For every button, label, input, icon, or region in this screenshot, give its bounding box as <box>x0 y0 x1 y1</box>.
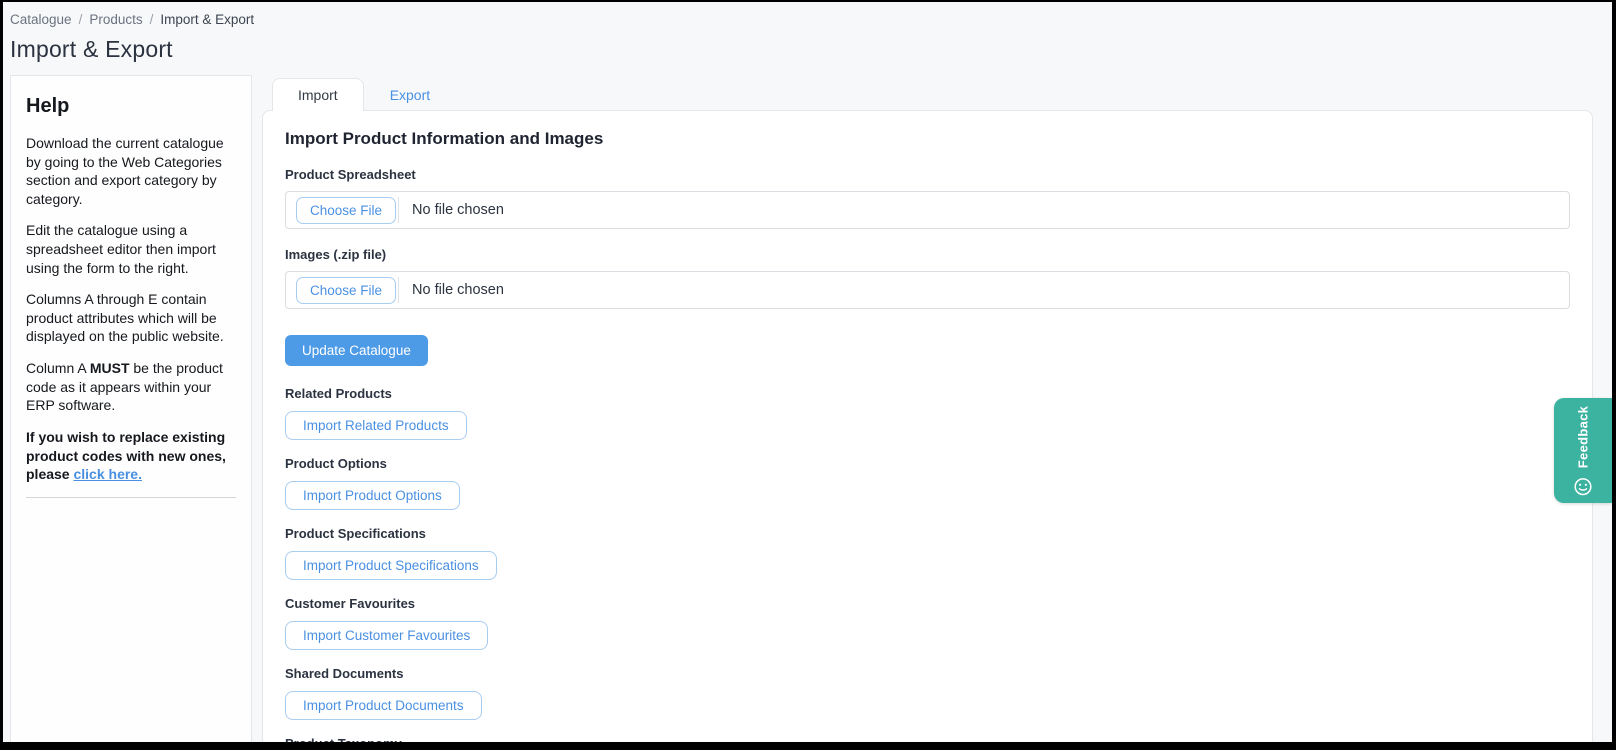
images-zip-file-input[interactable]: Choose File No file chosen <box>285 271 1570 309</box>
screenshot-frame: Catalogue / Products / Import & Export I… <box>0 0 1616 750</box>
panel-heading: Import Product Information and Images <box>285 129 1570 149</box>
feedback-tab[interactable]: Feedback <box>1554 398 1612 503</box>
images-zip-field: Images (.zip file) Choose File No file c… <box>285 247 1570 309</box>
tab-import[interactable]: Import <box>272 78 364 111</box>
choose-file-button[interactable]: Choose File <box>296 197 396 224</box>
breadcrumb-separator: / <box>150 12 154 27</box>
breadcrumb: Catalogue / Products / Import & Export <box>10 12 254 27</box>
help-paragraph: Columns A through E contain product attr… <box>26 290 236 346</box>
product-specifications-label: Product Specifications <box>285 526 1570 541</box>
choose-file-button[interactable]: Choose File <box>296 277 396 304</box>
import-product-documents-button[interactable]: Import Product Documents <box>285 691 482 720</box>
product-options-label: Product Options <box>285 456 1570 471</box>
feedback-label: Feedback <box>1576 405 1591 467</box>
help-paragraph: Download the current catalogue by going … <box>26 134 236 208</box>
file-input-divider <box>398 197 399 223</box>
product-spreadsheet-file-input[interactable]: Choose File No file chosen <box>285 191 1570 229</box>
import-product-options-button[interactable]: Import Product Options <box>285 481 460 510</box>
breadcrumb-catalogue[interactable]: Catalogue <box>10 12 72 27</box>
help-divider <box>26 497 236 498</box>
import-product-specifications-button[interactable]: Import Product Specifications <box>285 551 497 580</box>
click-here-link[interactable]: click here. <box>73 466 142 482</box>
tab-bar: Import Export <box>272 78 1593 110</box>
product-taxonomy-section: Product Taxonomy Import Product Taxonomy <box>285 736 1570 750</box>
help-panel: Help Download the current catalogue by g… <box>10 75 252 742</box>
related-products-label: Related Products <box>285 386 1570 401</box>
help-paragraph-replace-codes: If you wish to replace existing product … <box>26 428 236 484</box>
file-status-text: No file chosen <box>412 202 504 218</box>
tab-export[interactable]: Export <box>364 78 456 110</box>
file-input-divider <box>398 277 399 303</box>
related-products-section: Related Products Import Related Products <box>285 386 1570 440</box>
import-related-products-button[interactable]: Import Related Products <box>285 411 467 440</box>
product-spreadsheet-field: Product Spreadsheet Choose File No file … <box>285 167 1570 229</box>
customer-favourites-label: Customer Favourites <box>285 596 1570 611</box>
help-title: Help <box>26 95 236 118</box>
help-paragraph: Column A MUST be the product code as it … <box>26 359 236 415</box>
breadcrumb-products[interactable]: Products <box>89 12 142 27</box>
product-spreadsheet-label: Product Spreadsheet <box>285 167 1570 182</box>
smiley-icon <box>1574 477 1593 496</box>
content-area: Help Download the current catalogue by g… <box>10 75 1612 742</box>
help-bold-must: MUST <box>90 360 130 376</box>
product-options-section: Product Options Import Product Options <box>285 456 1570 510</box>
main-panel: Import Export Import Product Information… <box>262 75 1593 742</box>
file-status-text: No file chosen <box>412 282 504 298</box>
shared-documents-section: Shared Documents Import Product Document… <box>285 666 1570 720</box>
customer-favourites-section: Customer Favourites Import Customer Favo… <box>285 596 1570 650</box>
import-customer-favourites-button[interactable]: Import Customer Favourites <box>285 621 488 650</box>
shared-documents-label: Shared Documents <box>285 666 1570 681</box>
breadcrumb-import-export: Import & Export <box>160 12 254 27</box>
import-tab-panel: Import Product Information and Images Pr… <box>262 110 1593 750</box>
update-catalogue-button[interactable]: Update Catalogue <box>285 335 428 366</box>
help-paragraph: Edit the catalogue using a spreadsheet e… <box>26 221 236 277</box>
product-specifications-section: Product Specifications Import Product Sp… <box>285 526 1570 580</box>
breadcrumb-separator: / <box>79 12 83 27</box>
page-header: Catalogue / Products / Import & Export I… <box>10 12 254 63</box>
product-taxonomy-label: Product Taxonomy <box>285 736 1570 750</box>
images-zip-label: Images (.zip file) <box>285 247 1570 262</box>
page-title: Import & Export <box>10 36 254 63</box>
